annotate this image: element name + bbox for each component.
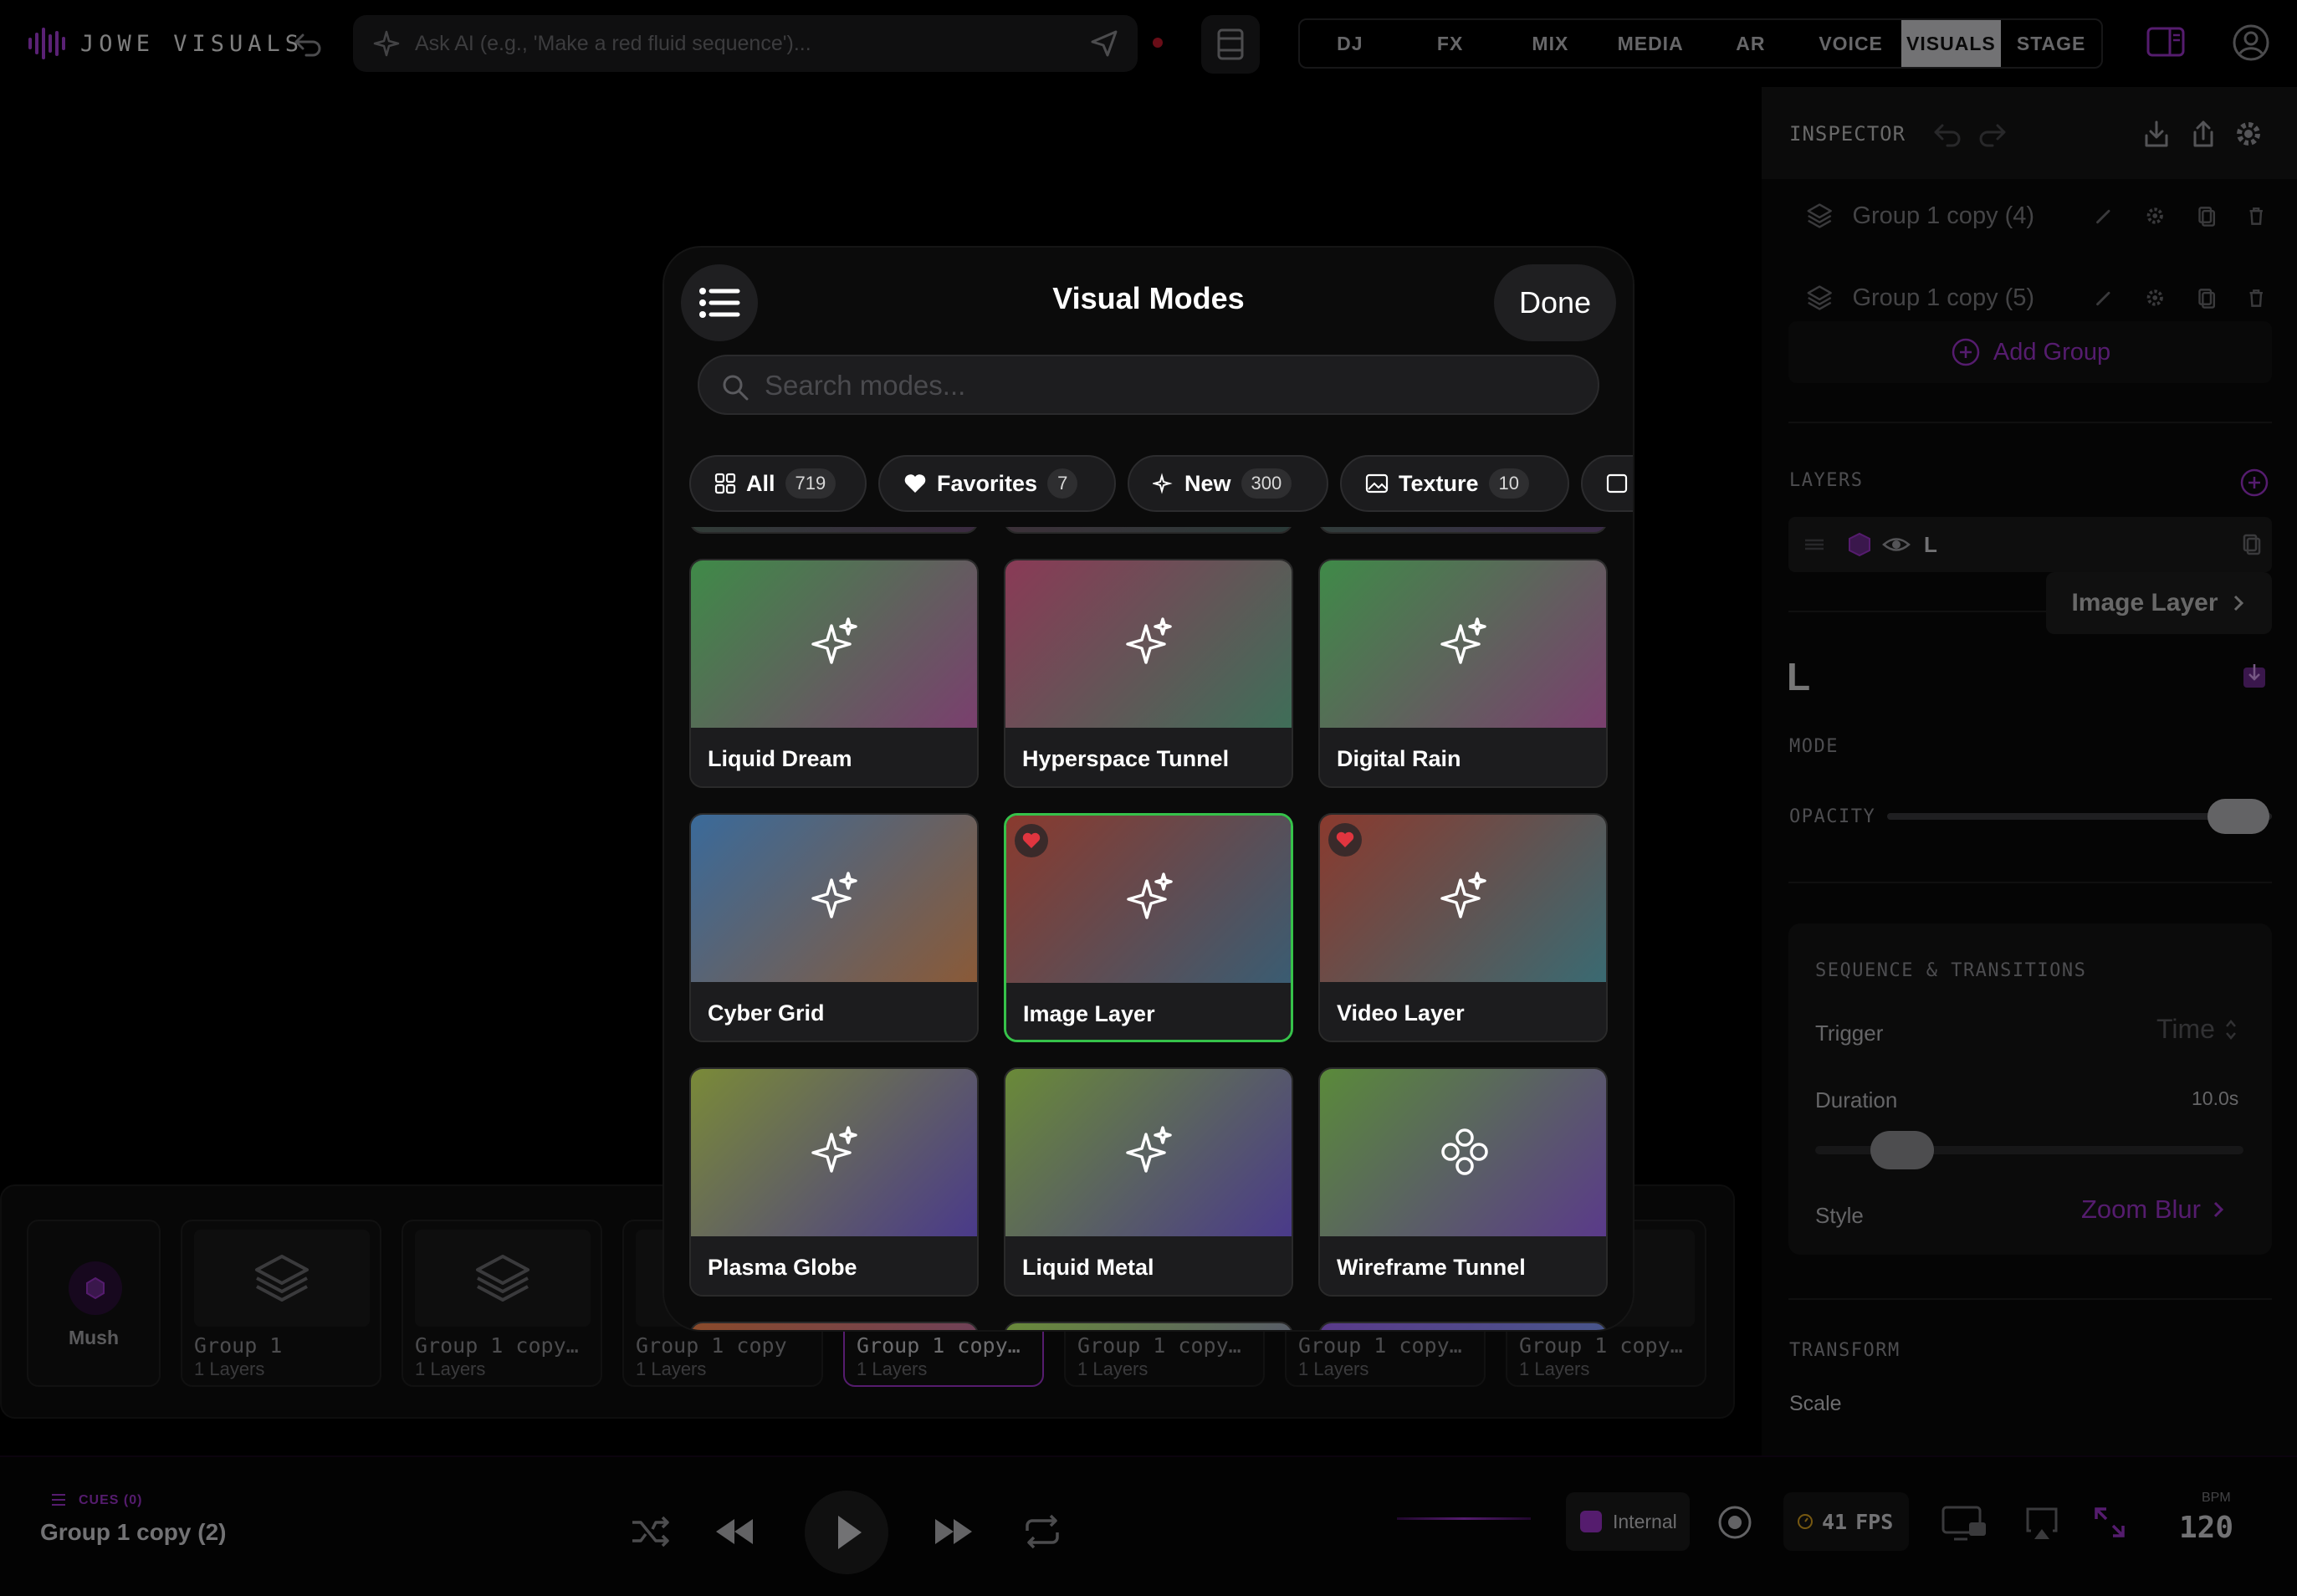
done-button[interactable]: Done bbox=[1494, 264, 1616, 341]
mode-card[interactable]: Digital Rain bbox=[1318, 559, 1608, 788]
collection-icon bbox=[1606, 473, 1628, 494]
mode-card[interactable]: Plasma Globe bbox=[689, 1067, 979, 1297]
chip-texture[interactable]: Texture 10 bbox=[1340, 455, 1569, 512]
sparkle-icon bbox=[1440, 617, 1486, 664]
mode-card-partial[interactable] bbox=[1004, 1322, 1293, 1330]
mode-name: Liquid Dream bbox=[708, 746, 852, 771]
favorite-heart-icon[interactable] bbox=[1328, 823, 1362, 857]
sparkle-icon bbox=[811, 872, 857, 918]
chip-count: 300 bbox=[1241, 468, 1292, 499]
sparkle-icon bbox=[811, 617, 857, 664]
mode-name: Digital Rain bbox=[1337, 746, 1461, 771]
nodes-icon bbox=[1441, 1128, 1488, 1175]
image-icon bbox=[1365, 473, 1389, 494]
mode-card-partial[interactable] bbox=[1004, 527, 1293, 534]
mode-card[interactable]: Liquid Metal bbox=[1004, 1067, 1293, 1297]
mode-card[interactable]: Cyber Grid bbox=[689, 813, 979, 1042]
chip-count: 10 bbox=[1488, 468, 1530, 499]
dialog-title: Visual Modes bbox=[1052, 281, 1245, 315]
sparkle-icon bbox=[1127, 872, 1173, 919]
mode-name: Hyperspace Tunnel bbox=[1022, 746, 1230, 771]
visual-modes-dialog: Visual Modes Done All 719 Favorites 7 Ne… bbox=[664, 248, 1633, 1330]
mode-card-selected[interactable]: Image Layer bbox=[1004, 813, 1293, 1042]
sparkle-icon bbox=[811, 1126, 857, 1173]
sparkle-icon bbox=[1126, 617, 1172, 664]
chip-label: New bbox=[1184, 470, 1231, 496]
mode-card-partial[interactable] bbox=[689, 1322, 979, 1330]
chip-favorites[interactable]: Favorites 7 bbox=[878, 455, 1116, 512]
favorite-heart-icon[interactable] bbox=[1015, 824, 1048, 857]
chip-label: Favorites bbox=[937, 470, 1038, 496]
mode-card-partial[interactable] bbox=[689, 527, 979, 534]
mode-card[interactable]: Hyperspace Tunnel bbox=[1004, 559, 1293, 788]
sparkle-icon bbox=[1153, 473, 1173, 494]
chip-label: All bbox=[746, 470, 775, 496]
sparkle-icon bbox=[1126, 1126, 1172, 1173]
mode-card-partial[interactable] bbox=[1318, 1322, 1608, 1330]
chip-all[interactable]: All 719 bbox=[689, 455, 867, 512]
chip-new[interactable]: New 300 bbox=[1128, 455, 1328, 512]
mode-card-partial[interactable] bbox=[1318, 527, 1608, 534]
chip-label: Texture bbox=[1399, 470, 1479, 496]
mode-name: Liquid Metal bbox=[1022, 1255, 1154, 1280]
chip-count: 719 bbox=[785, 468, 836, 499]
search-input[interactable] bbox=[765, 366, 1568, 405]
mode-name: Plasma Globe bbox=[708, 1255, 857, 1280]
mode-card[interactable]: Liquid Dream bbox=[689, 559, 979, 788]
mode-card[interactable]: Wireframe Tunnel bbox=[1318, 1067, 1608, 1297]
search-bar[interactable] bbox=[698, 355, 1599, 415]
chip-count: 7 bbox=[1047, 468, 1078, 499]
mode-name: Video Layer bbox=[1337, 1000, 1465, 1026]
mode-card[interactable]: Video Layer bbox=[1318, 813, 1608, 1042]
search-icon bbox=[723, 375, 749, 401]
sparkle-icon bbox=[1440, 872, 1486, 918]
category-chips: All 719 Favorites 7 New 300 Texture 10 bbox=[689, 455, 1633, 512]
mode-name: Wireframe Tunnel bbox=[1337, 1255, 1526, 1280]
mode-name: Cyber Grid bbox=[708, 1000, 825, 1026]
mode-grid: Liquid Dream Hyperspace Tunnel Digital R… bbox=[664, 527, 1633, 1330]
mode-name: Image Layer bbox=[1023, 1001, 1155, 1026]
chip-more[interactable] bbox=[1581, 455, 1633, 512]
grid-icon bbox=[714, 473, 736, 494]
heart-icon bbox=[904, 474, 926, 493]
